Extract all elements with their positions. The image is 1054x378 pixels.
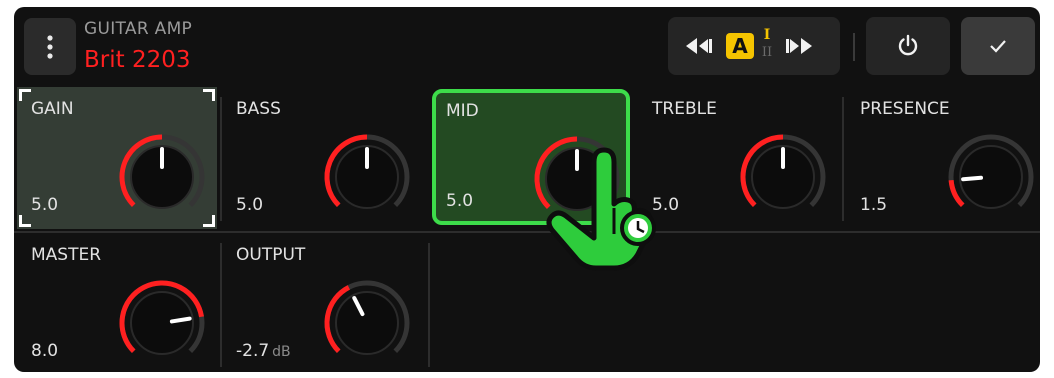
presence-knob[interactable] [941, 127, 1040, 227]
knob-body [335, 291, 399, 355]
output-label: OUTPUT [236, 245, 306, 265]
master-label: MASTER [31, 245, 102, 265]
menu-button[interactable] [24, 18, 76, 75]
snapshot-ii-label: II [761, 45, 773, 60]
output-knob[interactable] [317, 273, 417, 372]
snapshot-alt-labels[interactable]: I II [758, 27, 776, 65]
snapshot-selector: A I II [668, 17, 840, 75]
output-value: -2.7 dB [236, 341, 291, 361]
menu-dots-icon [47, 34, 53, 59]
knob-cell-output[interactable]: OUTPUT -2.7 dB [222, 233, 422, 372]
touch-hand-icon [546, 147, 656, 271]
amp-editor-panel: GUITAR AMP Brit 2203 A I II GAIN 5.0 BAS… [14, 7, 1040, 372]
snapshot-a-badge[interactable]: A [726, 33, 754, 59]
clock-icon [620, 210, 656, 246]
snapshot-i-label: I [763, 27, 771, 43]
gain-label: GAIN [31, 99, 74, 119]
treble-knob[interactable] [733, 127, 833, 227]
snapshot-prev-icon[interactable] [686, 36, 712, 56]
focus-corner-tl [19, 89, 31, 101]
block-category: GUITAR AMP [84, 19, 193, 39]
bass-value: 5.0 [236, 195, 266, 215]
knob-body [130, 291, 194, 355]
power-icon [898, 34, 918, 56]
knob-cell-bass[interactable]: BASS 5.0 [222, 87, 422, 229]
mid-value: 5.0 [446, 191, 476, 211]
presence-value: 1.5 [860, 195, 890, 215]
presence-label: PRESENCE [860, 99, 950, 119]
knob-pointer [961, 175, 984, 182]
knob-cell-gain[interactable]: GAIN 5.0 [17, 87, 217, 229]
header-separator [853, 33, 855, 61]
gain-knob[interactable] [112, 127, 212, 227]
bass-label: BASS [236, 99, 281, 119]
bass-knob[interactable] [317, 127, 417, 227]
mid-label: MID [446, 101, 479, 121]
checkmark-icon [990, 40, 1006, 53]
knob-cell-presence[interactable]: PRESENCE 1.5 [846, 87, 1040, 229]
focus-corner-tr [203, 89, 215, 101]
knob-cell-treble[interactable]: TREBLE 5.0 [638, 87, 838, 229]
treble-label: TREBLE [652, 99, 717, 119]
focus-corner-bl [19, 215, 31, 227]
knob-cell-master[interactable]: MASTER 8.0 [17, 233, 217, 372]
output-value-number: -2.7 [236, 341, 270, 361]
snapshot-a-label: A [732, 34, 748, 58]
knob-pointer [169, 316, 192, 324]
presence-value-number: 1.5 [860, 195, 888, 215]
mid-value-number: 5.0 [446, 191, 474, 211]
bypass-power-button[interactable] [866, 17, 950, 75]
master-knob[interactable] [112, 273, 212, 372]
amp-model-name[interactable]: Brit 2203 [84, 47, 191, 73]
confirm-button[interactable] [961, 17, 1035, 75]
master-value: 8.0 [31, 341, 61, 361]
column-separator [428, 243, 430, 367]
output-unit: dB [272, 344, 291, 360]
gain-value: 5.0 [31, 195, 61, 215]
bass-value-number: 5.0 [236, 195, 264, 215]
master-value-number: 8.0 [31, 341, 59, 361]
header: GUITAR AMP Brit 2203 A I II [14, 7, 1040, 83]
column-separator [842, 97, 844, 221]
gain-value-number: 5.0 [31, 195, 59, 215]
snapshot-next-icon[interactable] [786, 36, 812, 56]
